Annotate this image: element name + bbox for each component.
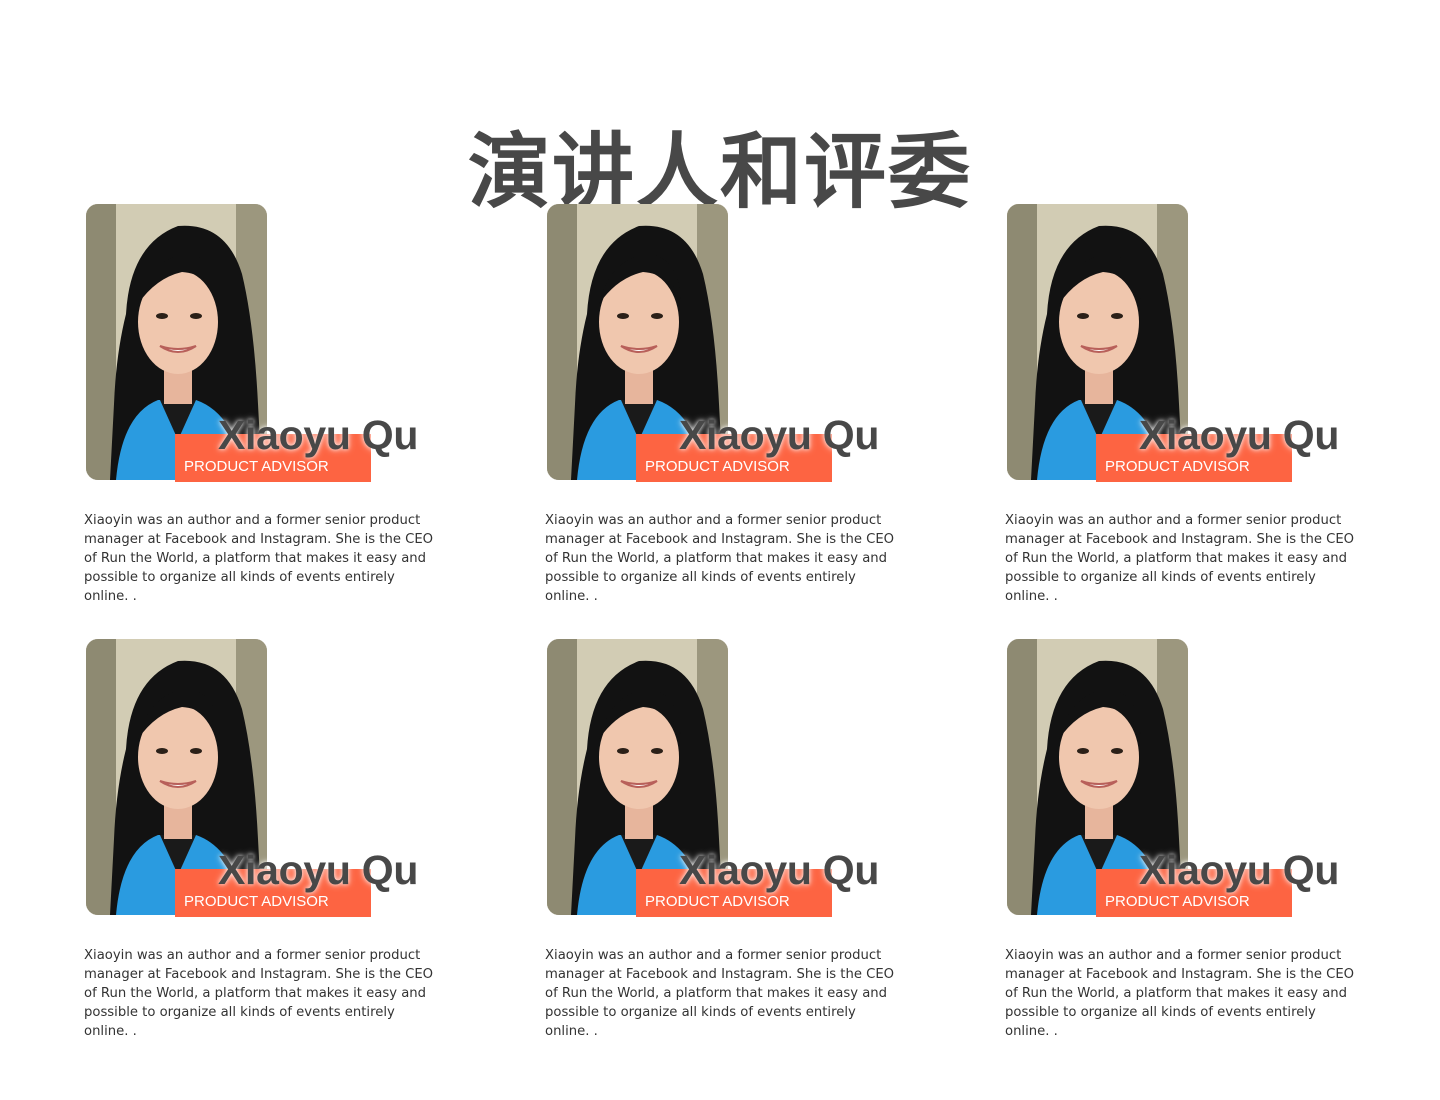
- speaker-bio: Xiaoyin was an author and a former senio…: [1005, 513, 1355, 604]
- role-label: PRODUCT ADVISOR: [1105, 893, 1250, 910]
- speaker-name: Xiaoyu Qu: [1139, 412, 1340, 458]
- role-label: PRODUCT ADVISOR: [184, 893, 329, 910]
- role-label: PRODUCT ADVISOR: [1105, 458, 1250, 475]
- role-label: PRODUCT ADVISOR: [645, 458, 790, 475]
- speaker-bio: Xiaoyin was an author and a former senio…: [545, 948, 895, 1039]
- speaker-name: Xiaoyu Qu: [218, 412, 419, 458]
- speaker-bio: Xiaoyin was an author and a former senio…: [84, 948, 434, 1039]
- speaker-name: Xiaoyu Qu: [679, 412, 880, 458]
- speaker-name: Xiaoyu Qu: [679, 847, 880, 893]
- speaker-name: Xiaoyu Qu: [1139, 847, 1340, 893]
- speaker-bio: Xiaoyin was an author and a former senio…: [1005, 948, 1355, 1039]
- speaker-name: Xiaoyu Qu: [218, 847, 419, 893]
- role-label: PRODUCT ADVISOR: [645, 893, 790, 910]
- speaker-card: PRODUCT ADVISOR Xiaoyu Qu Xiaoyin was an…: [1005, 639, 1405, 1049]
- speaker-card: PRODUCT ADVISOR Xiaoyu Qu Xiaoyin was an…: [545, 204, 945, 614]
- speaker-card: PRODUCT ADVISOR Xiaoyu Qu Xiaoyin was an…: [84, 639, 484, 1049]
- role-label: PRODUCT ADVISOR: [184, 458, 329, 475]
- speaker-bio: Xiaoyin was an author and a former senio…: [84, 513, 434, 604]
- speaker-card: PRODUCT ADVISOR Xiaoyu Qu Xiaoyin was an…: [1005, 204, 1405, 614]
- speaker-card: PRODUCT ADVISOR Xiaoyu Qu Xiaoyin was an…: [84, 204, 484, 614]
- speaker-bio: Xiaoyin was an author and a former senio…: [545, 513, 895, 604]
- speaker-card: PRODUCT ADVISOR Xiaoyu Qu Xiaoyin was an…: [545, 639, 945, 1049]
